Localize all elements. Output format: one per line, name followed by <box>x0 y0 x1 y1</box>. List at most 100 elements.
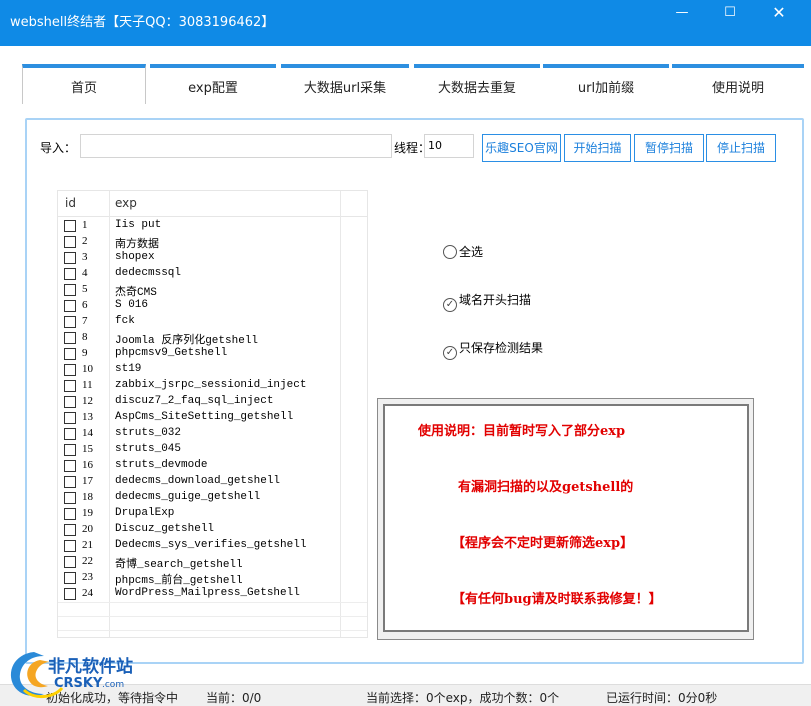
watermark-cn: 非凡软件站 <box>48 657 133 677</box>
row-id: 4 <box>82 267 88 279</box>
row-checkbox[interactable] <box>64 444 76 456</box>
maximize-icon[interactable]: ☐ <box>708 4 752 24</box>
row-checkbox[interactable] <box>64 572 76 584</box>
row-exp: discuz7_2_faq_sql_inject <box>115 395 274 407</box>
notice-line: 【程序会不定时更新筛选exp】 <box>452 536 634 551</box>
header-id: id <box>65 196 76 210</box>
import-label: 导入： <box>40 141 77 155</box>
table-row[interactable]: 8 Joomla 反序列化getshell <box>58 330 367 347</box>
pause-scan-button[interactable]: 暂停扫描 <box>634 134 704 162</box>
tab-help[interactable]: 使用说明 <box>672 64 804 104</box>
threads-input[interactable]: 10 <box>424 134 474 158</box>
table-row[interactable]: 22 奇博_search_getshell <box>58 554 367 571</box>
row-checkbox[interactable] <box>64 316 76 328</box>
row-checkbox[interactable] <box>64 252 76 264</box>
row-id: 10 <box>82 363 93 375</box>
row-id: 2 <box>82 235 88 247</box>
row-id: 13 <box>82 411 93 423</box>
row-checkbox[interactable] <box>64 284 76 296</box>
table-row[interactable]: 17 dedecms_download_getshell <box>58 474 367 490</box>
save-results-option[interactable]: ✓ 只保存检测结果 <box>443 339 543 360</box>
table-row[interactable]: 2 南方数据 <box>58 234 367 251</box>
status-current: 当前：0/0 <box>206 691 262 705</box>
row-checkbox[interactable] <box>64 332 76 344</box>
table-row[interactable]: 24 WordPress_Mailpress_Getshell <box>58 586 367 602</box>
table-row[interactable]: 9 phpcmsv9_Getshell <box>58 346 367 362</box>
row-checkbox[interactable] <box>64 364 76 376</box>
row-checkbox[interactable] <box>64 428 76 440</box>
tab-strip: 首页 exp配置 大数据url采集 大数据去重复 url加前缀 使用说明 <box>22 64 804 104</box>
row-id: 11 <box>82 379 93 391</box>
row-checkbox[interactable] <box>64 540 76 552</box>
row-exp: dedecms_guige_getshell <box>115 491 261 503</box>
row-exp: struts_devmode <box>115 459 208 471</box>
close-icon[interactable]: ✕ <box>757 4 801 24</box>
row-checkbox[interactable] <box>64 476 76 488</box>
table-row[interactable]: 16 struts_devmode <box>58 458 367 474</box>
table-row[interactable]: 7 fck <box>58 314 367 330</box>
watermark-en: CRSKY <box>54 676 103 691</box>
notice-line: 有漏洞扫描的以及getshell的 <box>458 480 634 495</box>
row-exp: struts_032 <box>115 427 182 439</box>
table-row[interactable]: 15 struts_045 <box>58 442 367 458</box>
tab-exp-config[interactable]: exp配置 <box>150 64 276 104</box>
row-checkbox[interactable] <box>64 236 76 248</box>
row-id: 17 <box>82 475 93 487</box>
row-id: 8 <box>82 331 88 343</box>
row-exp: dedecmssql <box>115 267 182 279</box>
table-row[interactable]: 21 Dedecms_sys_verifies_getshell <box>58 538 367 554</box>
table-row[interactable]: 6 S 016 <box>58 298 367 314</box>
table-row[interactable]: 14 struts_032 <box>58 426 367 442</box>
watermark-logo: 非凡软件站 CRSKY .com <box>4 646 154 702</box>
row-id: 7 <box>82 315 88 327</box>
row-checkbox[interactable] <box>64 412 76 424</box>
table-row[interactable]: 18 dedecms_guige_getshell <box>58 490 367 506</box>
tab-url-prefix[interactable]: url加前缀 <box>543 64 669 104</box>
table-row[interactable]: 19 DrupalExp <box>58 506 367 522</box>
empty-row-line <box>58 616 367 617</box>
row-checkbox[interactable] <box>64 380 76 392</box>
grid-header: id exp <box>58 191 367 217</box>
tab-dedupe[interactable]: 大数据去重复 <box>414 64 540 104</box>
minimize-icon[interactable]: — <box>660 4 704 24</box>
row-checkbox[interactable] <box>64 460 76 472</box>
row-id: 14 <box>82 427 93 439</box>
row-id: 19 <box>82 507 93 519</box>
table-row[interactable]: 5 杰奇CMS <box>58 282 367 299</box>
row-checkbox[interactable] <box>64 396 76 408</box>
row-exp: fck <box>115 315 135 327</box>
row-checkbox[interactable] <box>64 556 76 568</box>
header-exp: exp <box>115 196 137 210</box>
row-checkbox[interactable] <box>64 220 76 232</box>
empty-row-line <box>58 630 367 631</box>
seo-site-button[interactable]: 乐趣SEO官网 <box>482 134 561 162</box>
table-row[interactable]: 4 dedecmssql <box>58 266 367 282</box>
row-exp: S 016 <box>115 299 149 311</box>
tab-url-collect[interactable]: 大数据url采集 <box>281 64 409 104</box>
row-checkbox[interactable] <box>64 268 76 280</box>
table-row[interactable]: 1 Iis put <box>58 218 367 234</box>
table-row[interactable]: 11 zabbix_jsrpc_sessionid_inject <box>58 378 367 394</box>
table-row[interactable]: 12 discuz7_2_faq_sql_inject <box>58 394 367 410</box>
row-checkbox[interactable] <box>64 588 76 600</box>
table-row[interactable]: 10 st19 <box>58 362 367 378</box>
row-id: 3 <box>82 251 88 263</box>
table-row[interactable]: 3 shopex <box>58 250 367 266</box>
table-row[interactable]: 20 Discuz_getshell <box>58 522 367 538</box>
row-exp: struts_045 <box>115 443 182 455</box>
row-checkbox[interactable] <box>64 492 76 504</box>
row-exp: 南方数据 <box>115 239 159 251</box>
row-checkbox[interactable] <box>64 508 76 520</box>
stop-scan-button[interactable]: 停止扫描 <box>706 134 776 162</box>
select-all-option[interactable]: 全选 <box>443 243 483 260</box>
domain-start-option[interactable]: ✓ 域名开头扫描 <box>443 291 531 312</box>
table-row[interactable]: 13 AspCms_SiteSetting_getshell <box>58 410 367 426</box>
start-scan-button[interactable]: 开始扫描 <box>564 134 631 162</box>
row-exp: phpcmsv9_Getshell <box>115 347 228 359</box>
row-checkbox[interactable] <box>64 348 76 360</box>
row-checkbox[interactable] <box>64 300 76 312</box>
row-checkbox[interactable] <box>64 524 76 536</box>
table-row[interactable]: 23 phpcms_前台_getshell <box>58 570 367 587</box>
tab-home[interactable]: 首页 <box>22 64 146 104</box>
import-input[interactable] <box>80 134 392 158</box>
